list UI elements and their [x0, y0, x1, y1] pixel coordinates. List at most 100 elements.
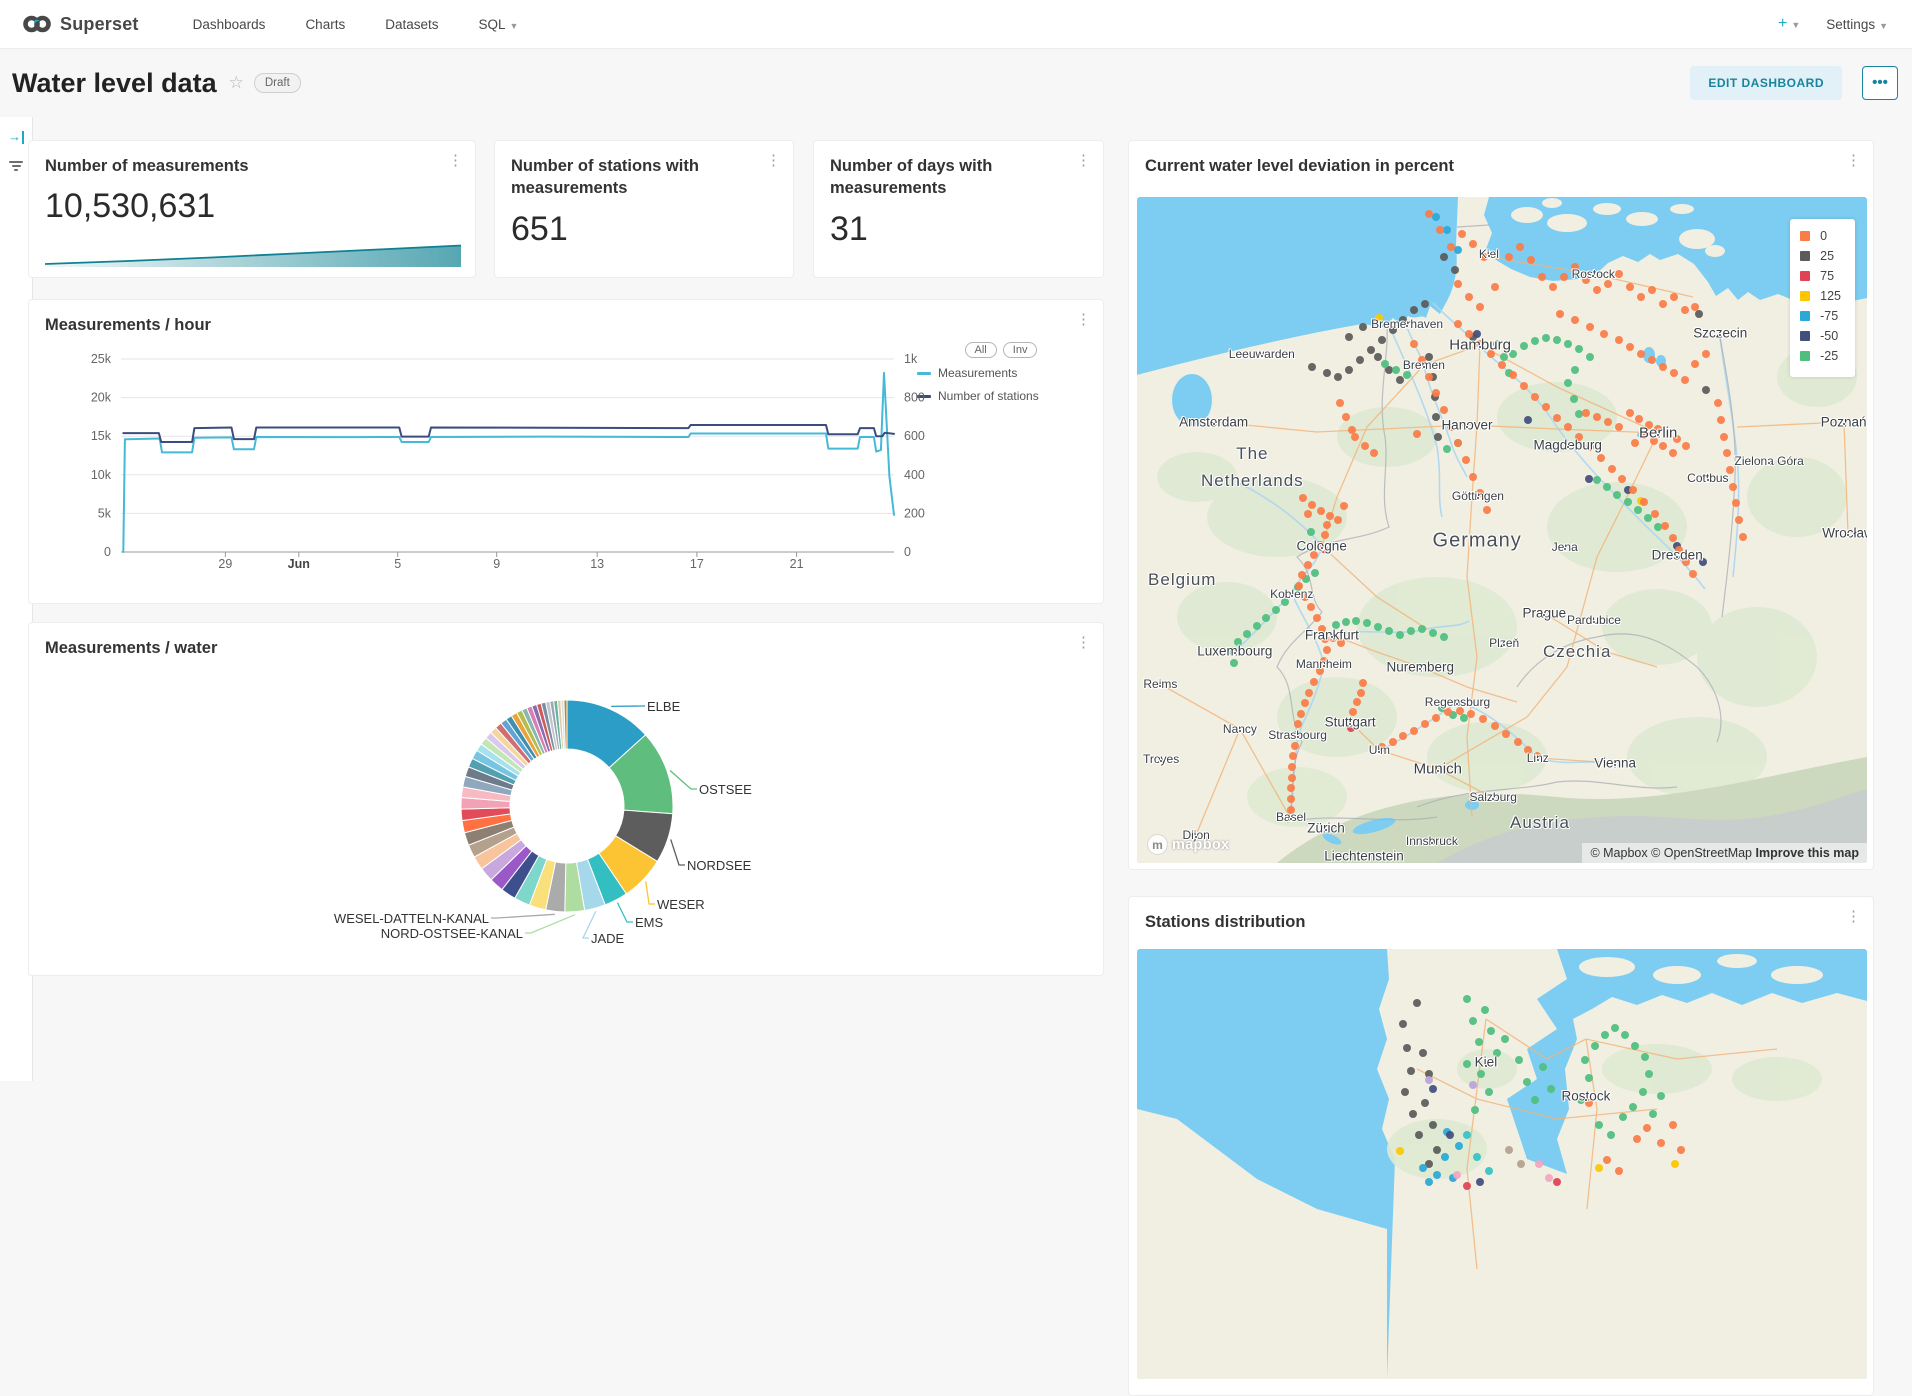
station-dot[interactable] [1307, 603, 1315, 611]
station-dot[interactable] [1629, 486, 1637, 494]
station-dot[interactable] [1440, 253, 1448, 261]
map-legend-item[interactable]: 0 [1800, 229, 1841, 243]
station-dot[interactable] [1689, 570, 1697, 578]
map-legend-item[interactable]: -75 [1800, 309, 1841, 323]
station-dot[interactable] [1432, 413, 1440, 421]
station-dot[interactable] [1323, 369, 1331, 377]
station-dot[interactable] [1374, 353, 1382, 361]
station-dot[interactable] [1681, 376, 1689, 384]
station-dot[interactable] [1317, 507, 1325, 515]
station-dot[interactable] [1514, 738, 1522, 746]
station-dot[interactable] [1531, 1096, 1539, 1104]
station-dot[interactable] [1634, 506, 1642, 514]
settings-menu[interactable]: Settings▼ [1826, 17, 1888, 32]
station-dot[interactable] [1603, 1156, 1611, 1164]
station-dot[interactable] [1586, 323, 1594, 331]
superset-logo[interactable]: Superset [22, 14, 139, 35]
station-dot[interactable] [1403, 1044, 1411, 1052]
station-dot[interactable] [1643, 1124, 1651, 1132]
station-dot[interactable] [1615, 270, 1623, 278]
station-dot[interactable] [1297, 710, 1305, 718]
station-dot[interactable] [1545, 1174, 1553, 1182]
station-dot[interactable] [1608, 465, 1616, 473]
station-dot[interactable] [1520, 382, 1528, 390]
station-dot[interactable] [1432, 389, 1440, 397]
station-dot[interactable] [1639, 1088, 1647, 1096]
station-dot[interactable] [1313, 614, 1321, 622]
station-dot[interactable] [1298, 571, 1306, 579]
station-dot[interactable] [1615, 423, 1623, 431]
station-dot[interactable] [1447, 243, 1455, 251]
station-dot[interactable] [1491, 283, 1499, 291]
station-dot[interactable] [1473, 1153, 1481, 1161]
station-dot[interactable] [1626, 343, 1634, 351]
station-dot[interactable] [1607, 1131, 1615, 1139]
station-dot[interactable] [1345, 366, 1353, 374]
more-options-button[interactable]: ••• [1862, 66, 1898, 100]
station-dot[interactable] [1323, 646, 1331, 654]
station-dot[interactable] [1669, 1121, 1677, 1129]
map-legend-item[interactable]: 25 [1800, 249, 1841, 263]
station-dot[interactable] [1553, 336, 1561, 344]
station-dot[interactable] [1720, 433, 1728, 441]
station-dot[interactable] [1501, 1035, 1509, 1043]
station-dot[interactable] [1585, 475, 1593, 483]
station-dot[interactable] [1356, 356, 1364, 364]
station-dot[interactable] [1509, 371, 1517, 379]
station-dot[interactable] [1403, 371, 1411, 379]
station-dot[interactable] [1467, 710, 1475, 718]
station-dot[interactable] [1455, 1142, 1463, 1150]
station-dot[interactable] [1531, 393, 1539, 401]
station-dot[interactable] [1301, 699, 1309, 707]
station-dot[interactable] [1681, 306, 1689, 314]
station-dot[interactable] [1230, 659, 1238, 667]
station-dot[interactable] [1619, 1113, 1627, 1121]
station-dot[interactable] [1649, 1110, 1657, 1118]
station-dot[interactable] [1527, 256, 1535, 264]
station-dot[interactable] [1310, 678, 1318, 686]
station-dot[interactable] [1487, 1027, 1495, 1035]
station-dot[interactable] [1443, 226, 1451, 234]
station-dot[interactable] [1410, 340, 1418, 348]
station-dot[interactable] [1485, 1088, 1493, 1096]
station-dot[interactable] [1669, 534, 1677, 542]
station-dot[interactable] [1353, 698, 1361, 706]
station-dot[interactable] [1291, 742, 1299, 750]
station-dot[interactable] [1432, 213, 1440, 221]
station-dot[interactable] [1516, 243, 1524, 251]
station-dot[interactable] [1593, 476, 1601, 484]
station-dot[interactable] [1463, 1182, 1471, 1190]
station-dot[interactable] [1359, 323, 1367, 331]
station-dot[interactable] [1418, 625, 1426, 633]
station-dot[interactable] [1357, 689, 1365, 697]
station-dot[interactable] [1723, 449, 1731, 457]
map-legend-item[interactable]: -50 [1800, 329, 1841, 343]
station-dot[interactable] [1444, 708, 1452, 716]
station-dot[interactable] [1595, 1121, 1603, 1129]
expand-filter-bar-icon[interactable]: → [8, 131, 24, 145]
station-dot[interactable] [1637, 293, 1645, 301]
station-dot[interactable] [1593, 286, 1601, 294]
station-dot[interactable] [1739, 533, 1747, 541]
station-dot[interactable] [1595, 1164, 1603, 1172]
station-dot[interactable] [1299, 494, 1307, 502]
station-dot[interactable] [1421, 720, 1429, 728]
station-dot[interactable] [1659, 300, 1667, 308]
station-dot[interactable] [1454, 320, 1462, 328]
station-dot[interactable] [1645, 1070, 1653, 1078]
station-dot[interactable] [1553, 414, 1561, 422]
station-dot[interactable] [1702, 386, 1710, 394]
station-dot[interactable] [1340, 502, 1348, 510]
station-dot[interactable] [1531, 337, 1539, 345]
station-dot[interactable] [1732, 499, 1740, 507]
station-dot[interactable] [1475, 1038, 1483, 1046]
station-dot[interactable] [1425, 210, 1433, 218]
station-dot[interactable] [1603, 483, 1611, 491]
station-dot[interactable] [1425, 1076, 1433, 1084]
new-item-button[interactable]: +▼ [1778, 15, 1800, 33]
station-dot[interactable] [1547, 1085, 1555, 1093]
station-dot[interactable] [1425, 373, 1433, 381]
station-dot[interactable] [1505, 253, 1513, 261]
station-dot[interactable] [1381, 360, 1389, 368]
station-dot[interactable] [1648, 286, 1656, 294]
